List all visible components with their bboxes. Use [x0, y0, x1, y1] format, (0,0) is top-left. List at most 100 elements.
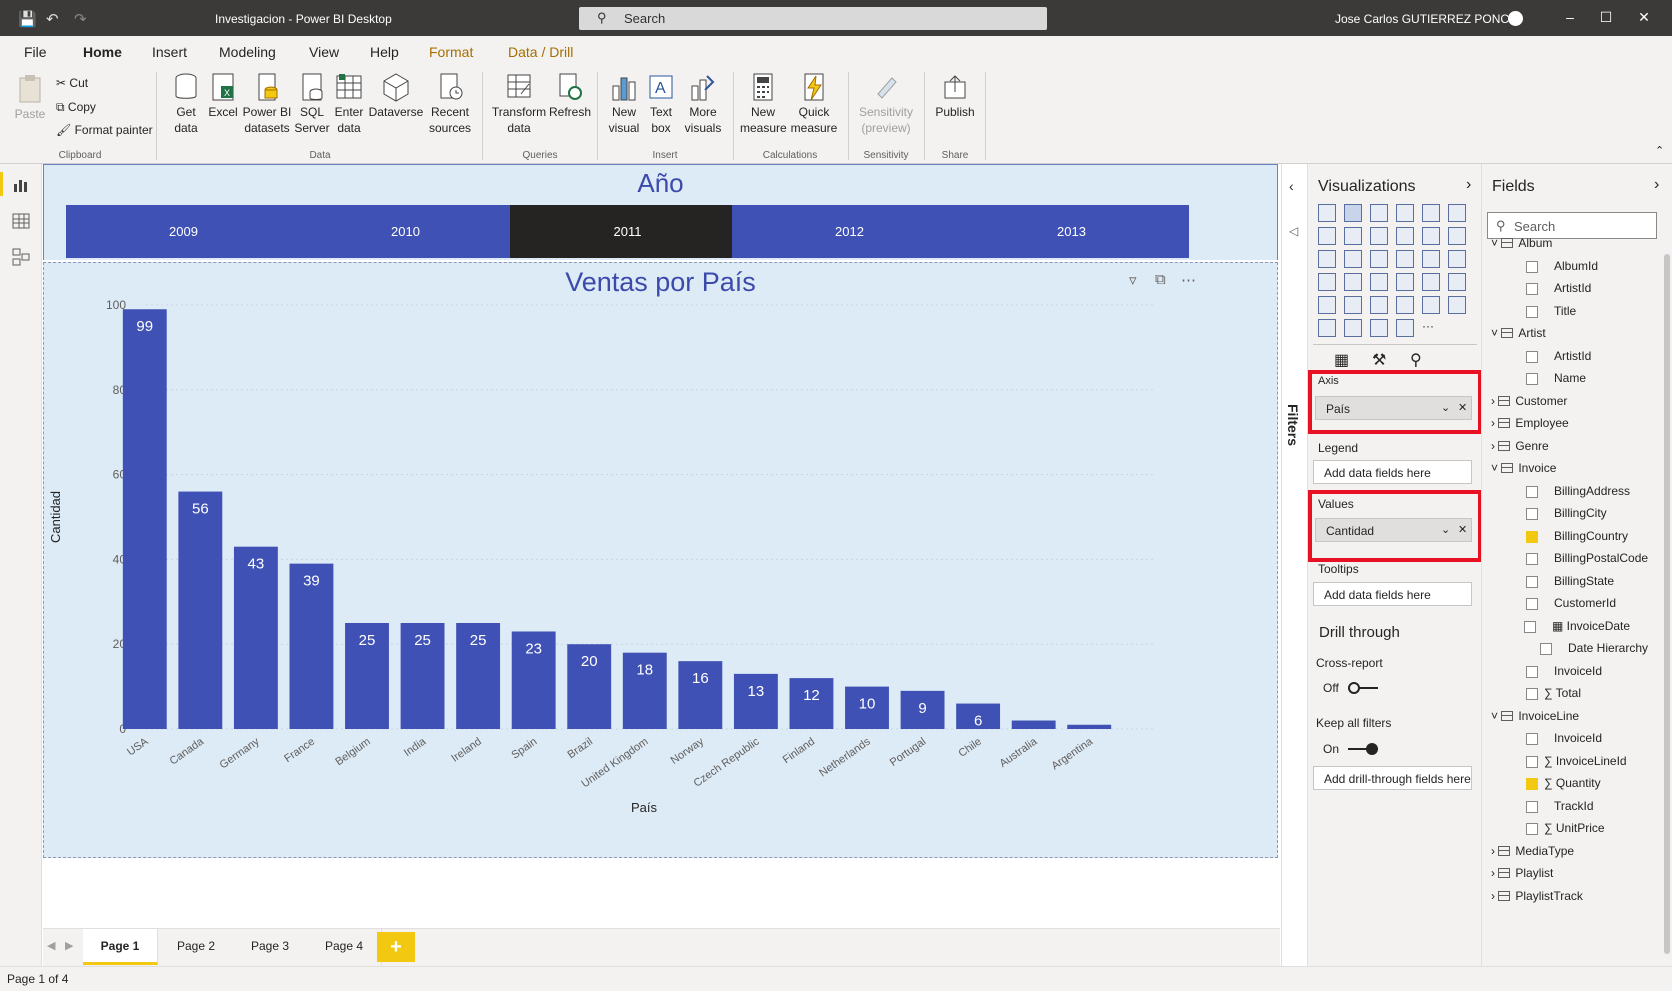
chevron-right-icon[interactable]: ›: [1491, 416, 1498, 430]
recent-sources-button[interactable]: Recent sources: [425, 72, 475, 136]
matrix-visual-icon[interactable]: [1370, 296, 1388, 314]
tab-modeling[interactable]: Modeling: [219, 44, 276, 60]
cross-report-toggle[interactable]: [1348, 681, 1378, 695]
filters-pane-collapsed[interactable]: ‹ ◁ Filters: [1281, 164, 1307, 966]
new-measure-button[interactable]: New measure: [740, 72, 787, 136]
page-tab-1[interactable]: Page 1: [83, 929, 158, 965]
collapse-ribbon-icon[interactable]: ⌃: [1655, 144, 1664, 157]
field-checkbox[interactable]: [1524, 620, 1536, 633]
arcgis-visual-icon[interactable]: [1396, 319, 1414, 337]
new-visual-button[interactable]: New visual: [606, 72, 642, 136]
python-visual-visual-icon[interactable]: [1422, 296, 1440, 314]
legend-well[interactable]: Add data fields here: [1313, 460, 1472, 484]
funnel-visual-icon[interactable]: [1344, 250, 1362, 268]
quick-measure-button[interactable]: Quick measure: [788, 72, 840, 136]
avatar[interactable]: [1508, 11, 1523, 26]
enter-data-button[interactable]: Enter data: [332, 72, 366, 136]
filled-map-visual-icon[interactable]: [1344, 273, 1362, 291]
transform-data-button[interactable]: Transform data: [490, 72, 548, 136]
minimize-icon[interactable]: –: [1560, 9, 1580, 25]
remove-field-icon[interactable]: ✕: [1458, 523, 1467, 536]
collapse-viz-icon[interactable]: ›: [1466, 176, 1471, 194]
global-search-box[interactable]: ⚲ Search: [579, 7, 1047, 30]
copy-button[interactable]: ⧉ Copy: [56, 100, 96, 115]
field-table-invoiceline[interactable]: ˅ InvoiceLine: [1491, 709, 1579, 723]
chevron-right-icon[interactable]: ›: [1491, 889, 1498, 903]
multirow-card-visual-icon[interactable]: [1422, 273, 1440, 291]
format-painter-button[interactable]: 🖌 Format painter: [56, 123, 153, 137]
field-table-playlisttrack[interactable]: › PlaylistTrack: [1491, 889, 1583, 903]
field-table-invoice[interactable]: ˅ Invoice: [1491, 461, 1556, 475]
100-column-visual-icon[interactable]: [1448, 204, 1466, 222]
values-well[interactable]: Cantidad ⌄ ✕: [1315, 518, 1472, 542]
waterfall-visual-icon[interactable]: [1318, 250, 1336, 268]
field-table-customer[interactable]: › Customer: [1491, 394, 1567, 408]
scatter-visual-icon[interactable]: [1370, 250, 1388, 268]
cut-button[interactable]: ✂ Cut: [56, 76, 88, 90]
data-view-icon[interactable]: [12, 212, 30, 230]
tab-home[interactable]: Home: [83, 44, 122, 69]
redo-icon[interactable]: ↷: [74, 10, 87, 28]
chevron-down-icon[interactable]: ˅: [1491, 236, 1501, 250]
smart-narrative-visual-icon[interactable]: [1370, 319, 1388, 337]
slicer-tile-2011[interactable]: 2011: [510, 205, 745, 258]
slicer-tile-2009[interactable]: 2009: [66, 205, 301, 258]
r-visual-visual-icon[interactable]: [1396, 296, 1414, 314]
dataverse-button[interactable]: Dataverse: [368, 72, 424, 120]
kpi-visual-icon[interactable]: [1448, 273, 1466, 291]
field-checkbox[interactable]: [1526, 665, 1538, 678]
tooltips-well[interactable]: Add data fields here: [1313, 582, 1472, 606]
sql-server-button[interactable]: SQL Server: [294, 72, 330, 136]
tab-insert[interactable]: Insert: [152, 44, 187, 60]
add-page-button[interactable]: +: [377, 932, 415, 962]
field-checkbox[interactable]: [1526, 800, 1538, 813]
refresh-button[interactable]: Refresh: [549, 72, 591, 120]
pie-visual-icon[interactable]: [1396, 250, 1414, 268]
area-visual-icon[interactable]: [1344, 227, 1362, 245]
100-bar-visual-icon[interactable]: [1422, 204, 1440, 222]
paint-roller-icon[interactable]: ⚒: [1372, 350, 1386, 370]
drill-through-well[interactable]: Add drill-through fields here: [1313, 766, 1472, 790]
fields-scrollbar[interactable]: [1664, 254, 1670, 954]
donut-visual-icon[interactable]: [1422, 250, 1440, 268]
key-influencers-visual-icon[interactable]: [1448, 296, 1466, 314]
chevron-right-icon[interactable]: ›: [1491, 844, 1498, 858]
stacked-area-visual-icon[interactable]: [1370, 227, 1388, 245]
user-name[interactable]: Jose Carlos GUTIERREZ PONCE: [1335, 12, 1517, 26]
map-visual-icon[interactable]: [1318, 273, 1336, 291]
excel-button[interactable]: X Excel: [206, 72, 240, 120]
tab-help[interactable]: Help: [370, 44, 399, 60]
axis-well[interactable]: País ⌄ ✕: [1315, 396, 1472, 420]
next-page-icon[interactable]: ▶: [65, 939, 73, 952]
chevron-down-icon[interactable]: ˅: [1491, 326, 1501, 340]
clustered-bar-visual-icon[interactable]: [1370, 204, 1388, 222]
page-tab-3[interactable]: Page 3: [233, 929, 308, 965]
field-table-employee[interactable]: › Employee: [1491, 416, 1569, 430]
tab-format[interactable]: Format: [429, 44, 473, 60]
get-data-button[interactable]: Get data: [168, 72, 204, 136]
field-checkbox[interactable]: [1526, 283, 1538, 295]
field-checkbox[interactable]: [1526, 553, 1538, 565]
powerbi-datasets-button[interactable]: Power BI datasets: [241, 72, 293, 136]
close-icon[interactable]: ✕: [1634, 9, 1654, 26]
paste-button[interactable]: Paste: [12, 74, 48, 122]
more-visual-icon[interactable]: ···: [1422, 319, 1440, 337]
field-checkbox[interactable]: [1526, 778, 1538, 790]
slicer-tile-2013[interactable]: 2013: [954, 205, 1189, 258]
chevron-down-icon[interactable]: ˅: [1491, 709, 1501, 723]
stacked-bar-visual-icon[interactable]: [1318, 204, 1336, 222]
field-checkbox[interactable]: [1526, 530, 1538, 543]
fields-well-tab-icon[interactable]: ▦: [1334, 350, 1349, 370]
report-view-icon[interactable]: [12, 176, 30, 194]
qa-visual-icon[interactable]: [1344, 319, 1362, 337]
field-table-mediatype[interactable]: › MediaType: [1491, 844, 1574, 858]
analytics-icon[interactable]: ⚲: [1410, 350, 1422, 370]
line-clustered-visual-icon[interactable]: [1422, 227, 1440, 245]
table-visual-icon[interactable]: [1344, 296, 1362, 314]
prev-page-icon[interactable]: ◀: [47, 939, 55, 952]
field-checkbox[interactable]: [1526, 755, 1538, 768]
bar-chart-visual[interactable]: Ventas por País ▿ ⧉ ⋯ 0 20 40 60 80 100 99 USA 5…: [43, 262, 1278, 858]
field-checkbox[interactable]: [1526, 485, 1538, 498]
model-view-icon[interactable]: [12, 248, 30, 266]
field-checkbox[interactable]: [1526, 305, 1538, 318]
